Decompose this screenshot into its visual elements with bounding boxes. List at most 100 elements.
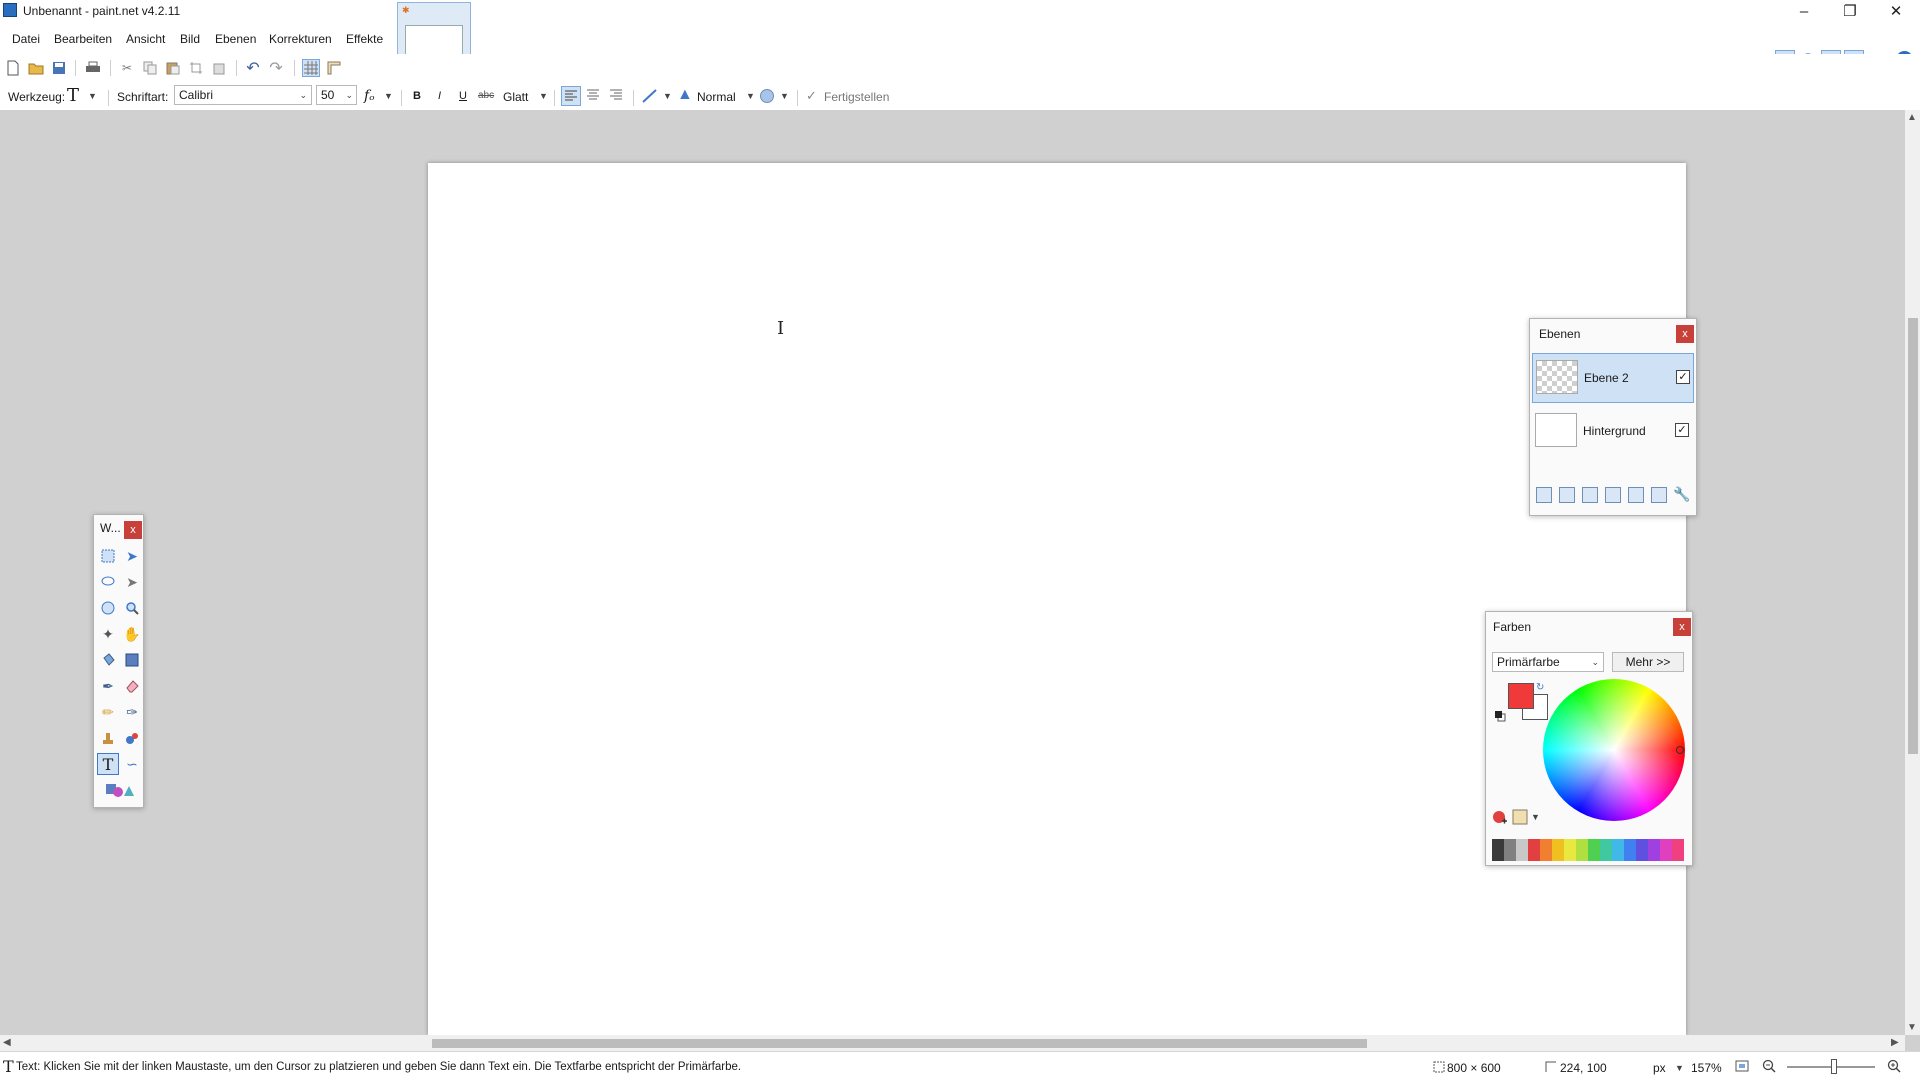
palette-menu-dropdown-icon[interactable]: ▼ (1531, 812, 1540, 822)
undo-icon[interactable]: ↶ (244, 59, 262, 77)
vertical-scroll-thumb[interactable] (1908, 318, 1918, 754)
palette-swatch[interactable] (1552, 839, 1564, 861)
zoom-out-icon[interactable] (1762, 1059, 1776, 1076)
antialiasing-icon[interactable] (641, 87, 659, 108)
gradient-tool-icon[interactable] (121, 649, 143, 671)
reset-colors-icon[interactable] (1494, 710, 1506, 722)
underline-button[interactable]: U (459, 90, 467, 102)
move-layer-down-icon[interactable] (1651, 487, 1667, 503)
align-right-icon[interactable] (607, 86, 627, 106)
bold-button[interactable]: B (413, 90, 421, 102)
pan-hand-icon[interactable]: ✋ (121, 623, 143, 645)
colors-window-close-button[interactable]: x (1673, 618, 1691, 636)
color-picker-icon[interactable]: ✑ (121, 701, 143, 723)
palette-swatch[interactable] (1588, 839, 1600, 861)
tool-dropdown-arrow-icon[interactable]: ▼ (88, 91, 97, 101)
palette-swatch[interactable] (1576, 839, 1588, 861)
zoom-slider-thumb[interactable] (1831, 1059, 1837, 1074)
menu-korrekturen[interactable]: Korrekturen (265, 30, 336, 48)
zoom-to-window-icon[interactable] (1735, 1059, 1749, 1076)
palette-swatch[interactable] (1648, 839, 1660, 861)
restore-icon[interactable]: ❐ (1827, 0, 1873, 22)
move-layer-up-icon[interactable] (1628, 487, 1644, 503)
new-file-icon[interactable] (4, 59, 22, 77)
eraser-icon[interactable] (121, 675, 143, 697)
layer-visibility-checkbox[interactable]: ✓ (1675, 423, 1689, 437)
palette-swatch[interactable] (1624, 839, 1636, 861)
palette-swatch[interactable] (1612, 839, 1624, 861)
color-wheel[interactable] (1543, 679, 1685, 821)
delete-layer-icon[interactable] (1559, 487, 1575, 503)
unit-dropdown-icon[interactable]: ▼ (1675, 1063, 1684, 1073)
cut-icon[interactable]: ✂ (118, 59, 136, 77)
crop-to-selection-icon[interactable] (187, 59, 205, 77)
rectangle-select-tool-icon[interactable] (97, 545, 119, 567)
scroll-down-icon[interactable]: ▼ (1907, 1022, 1917, 1033)
scroll-right-icon[interactable]: ▶ (1891, 1037, 1899, 1048)
swap-colors-icon[interactable]: ↻ (1536, 682, 1544, 693)
menu-effekte[interactable]: Effekte (342, 30, 387, 48)
zoom-in-icon[interactable] (1887, 1059, 1901, 1076)
shapes-tool-icon[interactable] (97, 779, 141, 801)
open-file-icon[interactable] (27, 59, 45, 77)
layer-row[interactable]: Ebene 2 ✓ (1532, 353, 1694, 403)
palette-swatch[interactable] (1672, 839, 1684, 861)
layers-window-close-button[interactable]: x (1676, 325, 1694, 343)
color-wheel-marker[interactable] (1676, 746, 1684, 754)
paste-icon[interactable] (164, 59, 182, 77)
save-icon[interactable] (50, 59, 68, 77)
merge-layer-down-icon[interactable] (1605, 487, 1621, 503)
align-left-icon[interactable] (561, 86, 581, 106)
palette-swatch[interactable] (1636, 839, 1648, 861)
antialias-dropdown-icon[interactable]: ▼ (539, 91, 548, 101)
redo-icon[interactable]: ↷ (267, 59, 285, 77)
zoom-tool-icon[interactable] (121, 597, 143, 619)
blend-mode-value[interactable]: Normal (697, 90, 736, 104)
recolor-icon[interactable] (121, 727, 143, 749)
add-layer-icon[interactable] (1536, 487, 1552, 503)
menu-ebenen[interactable]: Ebenen (211, 30, 260, 48)
finish-button[interactable]: Fertigstellen (824, 90, 889, 104)
palette-swatch[interactable] (1504, 839, 1516, 861)
add-to-palette-icon[interactable] (1492, 809, 1508, 825)
clone-stamp-icon[interactable] (97, 727, 119, 749)
scroll-up-icon[interactable]: ▲ (1907, 112, 1917, 123)
minimize-icon[interactable]: – (1781, 0, 1827, 22)
ellipse-select-icon[interactable] (97, 597, 119, 619)
palette-menu-icon[interactable] (1512, 809, 1528, 825)
antialias-mode[interactable]: Glatt (503, 90, 528, 104)
selection-clipping-icon[interactable] (760, 89, 774, 103)
horizontal-scroll-thumb[interactable] (432, 1039, 1367, 1048)
magic-wand-icon[interactable]: ✦ (97, 623, 119, 645)
layer-row[interactable]: Hintergrund ✓ (1532, 407, 1694, 457)
print-icon[interactable] (84, 59, 102, 77)
font-smoothing-icon[interactable]: fₒ (364, 88, 375, 104)
blend-mode-icon[interactable]: ▲ (677, 86, 693, 104)
menu-bearbeiten[interactable]: Bearbeiten (50, 30, 116, 48)
menu-bild[interactable]: Bild (176, 30, 204, 48)
pencil-icon[interactable]: ✏ (97, 701, 119, 723)
palette-swatch[interactable] (1516, 839, 1528, 861)
color-palette[interactable] (1492, 839, 1684, 861)
text-tool-icon[interactable]: T (67, 85, 79, 106)
align-center-icon[interactable] (584, 86, 604, 106)
font-smoothing-dropdown-icon[interactable]: ▼ (384, 91, 393, 101)
palette-swatch[interactable] (1492, 839, 1504, 861)
deselect-icon[interactable] (210, 59, 228, 77)
text-tool-button-icon[interactable]: T (97, 753, 119, 775)
palette-swatch[interactable] (1600, 839, 1612, 861)
primary-color-swatch[interactable] (1508, 683, 1534, 709)
paint-bucket-icon[interactable] (97, 649, 119, 671)
unit-select[interactable]: px (1653, 1061, 1666, 1075)
grid-toggle-icon[interactable] (302, 59, 320, 77)
lasso-select-icon[interactable] (97, 571, 119, 593)
more-colors-button[interactable]: Mehr >> (1612, 652, 1684, 672)
antialiasing-dropdown-icon[interactable]: ▼ (663, 91, 672, 101)
palette-swatch[interactable] (1564, 839, 1576, 861)
layer-visibility-checkbox[interactable]: ✓ (1676, 370, 1690, 384)
image-canvas[interactable] (428, 163, 1686, 1035)
close-window-icon[interactable]: ✕ (1873, 0, 1919, 22)
blend-mode-dropdown-icon[interactable]: ▼ (746, 91, 755, 101)
scroll-left-icon[interactable]: ◀ (3, 1037, 11, 1048)
selection-clipping-dropdown-icon[interactable]: ▼ (780, 91, 789, 101)
